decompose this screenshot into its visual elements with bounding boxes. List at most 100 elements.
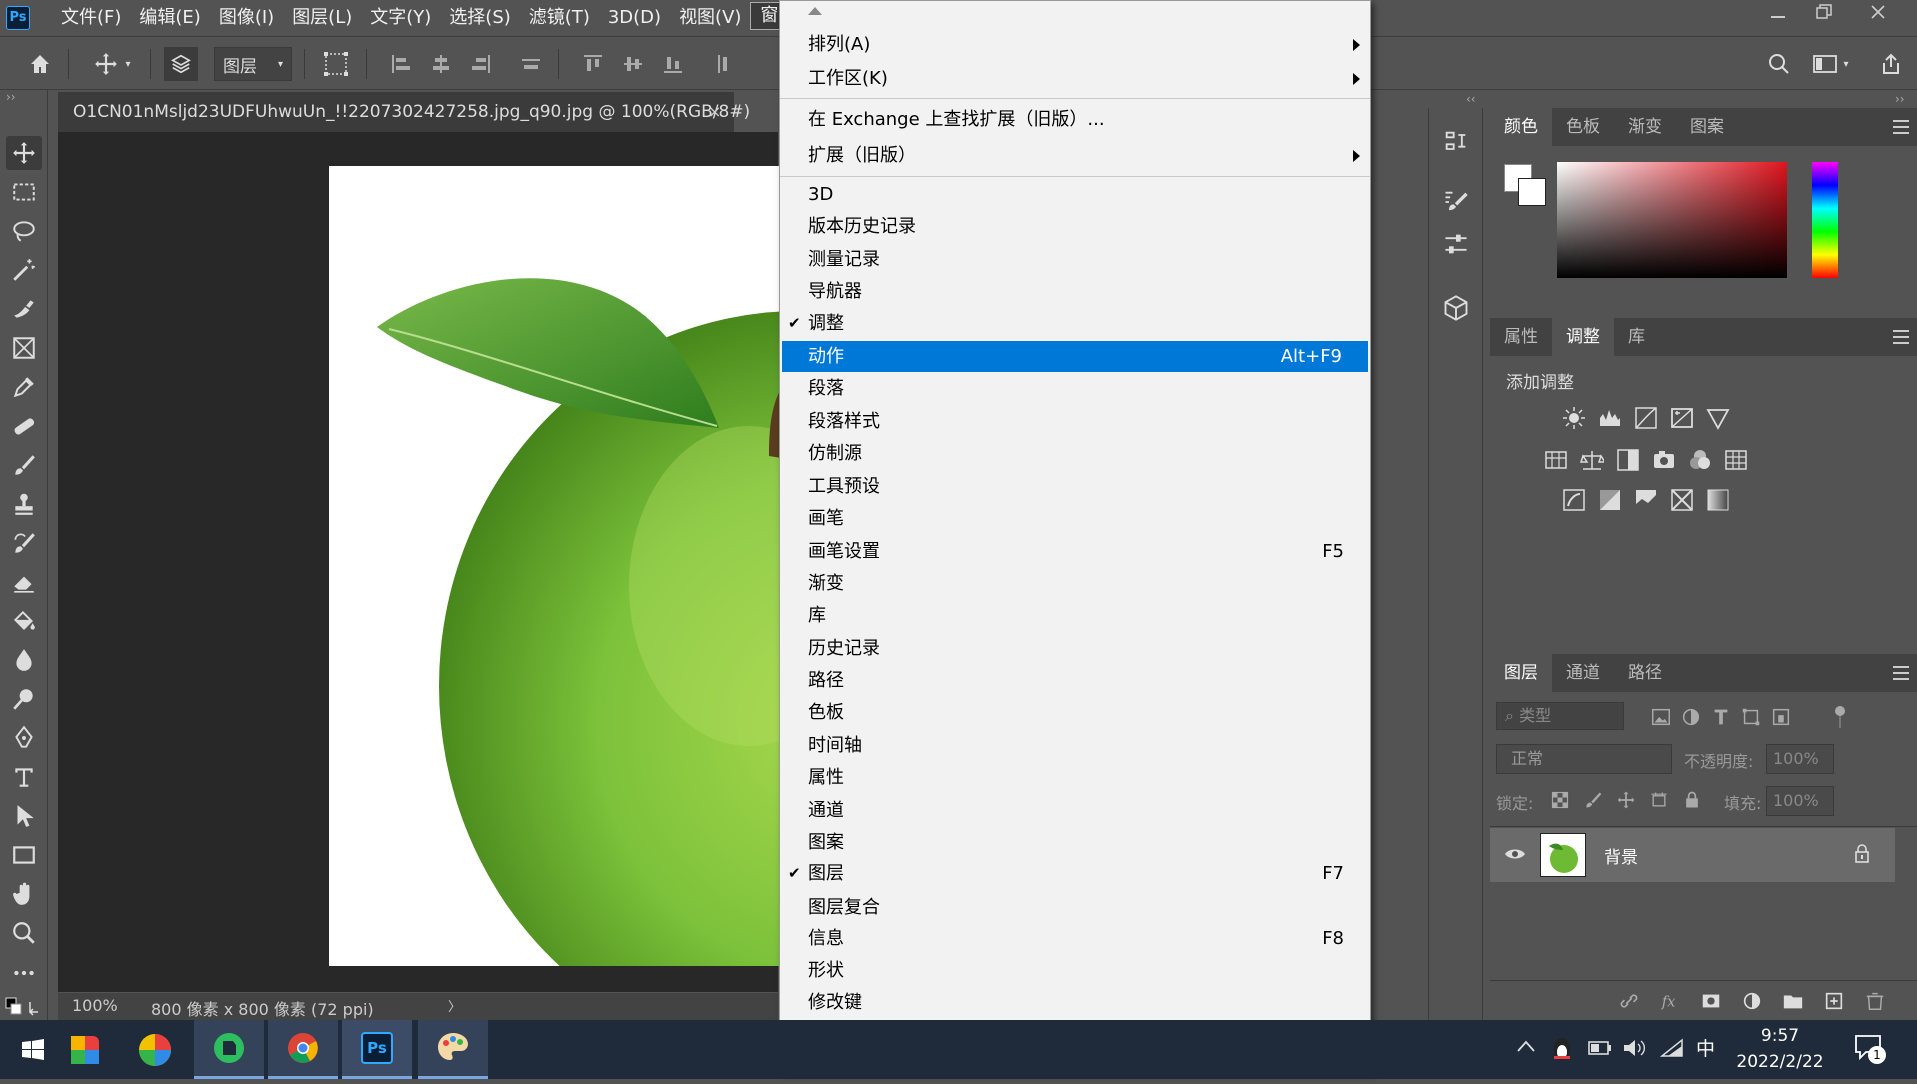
window-menu-item[interactable]: 导航器	[780, 276, 1370, 307]
auto-select-target-dropdown[interactable]: 图层 ▾	[214, 47, 292, 81]
taskbar-photoshop[interactable]: Ps	[342, 1020, 412, 1079]
delete-layer-icon[interactable]	[1864, 990, 1886, 1016]
panel-tab[interactable]: 库	[1614, 318, 1659, 356]
eye-icon[interactable]	[1504, 846, 1526, 862]
posterize-icon[interactable]	[1598, 488, 1622, 512]
minimize-button[interactable]	[1754, 0, 1802, 30]
menu-item-4[interactable]: 文字(Y)	[361, 0, 440, 36]
menu-item-3[interactable]: 图层(L)	[283, 0, 361, 36]
pen-tool-brush[interactable]	[6, 292, 42, 326]
filter-shape-icon[interactable]	[1740, 706, 1762, 732]
channel-mixer-icon[interactable]	[1688, 448, 1712, 472]
window-menu-item[interactable]: 工作区(K)	[780, 63, 1370, 94]
window-menu-item[interactable]: 通道	[780, 795, 1370, 826]
menu-item-7[interactable]: 3D(D)	[599, 0, 670, 36]
blend-mode-dropdown[interactable]: 正常	[1496, 744, 1672, 774]
history-brush-tool[interactable]	[6, 526, 42, 560]
dodge-tool[interactable]	[6, 682, 42, 716]
path-selection-tool[interactable]	[6, 799, 42, 833]
align-center-button[interactable]	[426, 47, 456, 81]
hue-saturation-icon[interactable]	[1544, 448, 1568, 472]
paint-bucket-tool[interactable]	[6, 604, 42, 638]
blur-tool[interactable]	[6, 643, 42, 677]
filter-toggle-icon[interactable]	[1834, 704, 1846, 734]
marquee-tool[interactable]	[6, 175, 42, 209]
clock-time[interactable]: 9:57	[1735, 1026, 1825, 1046]
filter-adjustment-icon[interactable]	[1680, 706, 1702, 732]
taskbar-paint[interactable]	[418, 1020, 488, 1079]
window-menu-item[interactable]: 动作 Alt+F9	[782, 341, 1368, 372]
panel-tab[interactable]: 属性	[1490, 318, 1552, 356]
menu-item-0[interactable]: 文件(F)	[52, 0, 130, 36]
window-menu-item[interactable]: 工具预设	[780, 471, 1370, 502]
collapse-left-icon[interactable]: ‹‹	[1466, 92, 1476, 106]
window-menu-item[interactable]: 属性	[780, 762, 1370, 793]
brushes-panel-button[interactable]	[1442, 188, 1470, 220]
close-window-button[interactable]	[1854, 0, 1902, 30]
search-button[interactable]	[1762, 47, 1796, 81]
healing-brush-tool[interactable]	[6, 409, 42, 443]
add-mask-icon[interactable]	[1700, 990, 1722, 1016]
window-menu-item[interactable]: 图案	[780, 827, 1370, 858]
vibrance-icon[interactable]	[1706, 406, 1730, 430]
filter-smart-object-icon[interactable]	[1770, 706, 1792, 732]
brightness-icon[interactable]	[1562, 406, 1586, 430]
distribute-button[interactable]	[516, 47, 546, 81]
invert-icon[interactable]	[1562, 488, 1586, 512]
window-menu-item[interactable]: 测量记录	[780, 244, 1370, 275]
window-menu-item[interactable]: 路径	[780, 665, 1370, 696]
brush-tool[interactable]	[6, 448, 42, 482]
history-panel-button[interactable]	[1442, 128, 1470, 160]
qq-tray-icon[interactable]	[1551, 1036, 1573, 1066]
black-white-icon[interactable]	[1616, 448, 1640, 472]
window-menu-item[interactable]: 形状	[780, 955, 1370, 986]
close-tab-button[interactable]: ×	[708, 92, 721, 132]
eraser-tool[interactable]	[6, 565, 42, 599]
taskbar-app-1[interactable]	[50, 1020, 120, 1079]
window-menu-item[interactable]: 时间轴	[780, 730, 1370, 761]
show-hidden-icons-button[interactable]	[1516, 1038, 1536, 1057]
color-saturation-field[interactable]	[1557, 162, 1787, 278]
window-menu-item[interactable]: 信息 F8	[780, 923, 1370, 954]
panel-menu-icon[interactable]	[1893, 330, 1909, 344]
exposure-icon[interactable]	[1670, 406, 1694, 430]
window-menu-item[interactable]: 版本历史记录	[780, 211, 1370, 242]
window-menu-item[interactable]: 历史记录	[780, 633, 1370, 664]
eyedropper-tool[interactable]	[6, 370, 42, 404]
panel-menu-icon[interactable]	[1893, 666, 1909, 680]
transform-controls-toggle[interactable]	[318, 47, 354, 81]
color-swatches-mini[interactable]	[4, 996, 44, 1018]
more-tools-button[interactable]	[6, 956, 42, 990]
link-layers-icon[interactable]	[1618, 990, 1640, 1016]
filter-pixel-icon[interactable]	[1650, 706, 1672, 732]
align-bottom-button[interactable]	[658, 47, 688, 81]
type-tool[interactable]	[6, 760, 42, 794]
align-middle-button[interactable]	[618, 47, 648, 81]
clone-stamp-tool[interactable]	[6, 487, 42, 521]
panel-tab[interactable]: 图层	[1490, 654, 1552, 692]
panel-menu-icon[interactable]	[1893, 120, 1909, 134]
align-right-button[interactable]	[466, 47, 496, 81]
home-button[interactable]	[20, 47, 60, 81]
fill-field[interactable]: 100%	[1766, 786, 1834, 816]
menu-item-5[interactable]: 选择(S)	[440, 0, 519, 36]
window-menu-item[interactable]: ✔ 图层 F7	[780, 858, 1370, 889]
lock-artboard-icon[interactable]	[1649, 790, 1669, 814]
window-menu-item[interactable]: 3D	[780, 179, 1370, 210]
pen-tool[interactable]	[6, 721, 42, 755]
layer-style-fx-icon[interactable]: fx	[1659, 990, 1681, 1016]
lock-all-icon[interactable]	[1682, 790, 1702, 814]
adjust-presets-button[interactable]	[1442, 230, 1470, 262]
window-menu-item[interactable]: 仿制源	[780, 438, 1370, 469]
document-tab[interactable]: O1CN01nMsljd23UDFUhwuUn_!!2207302427258.…	[58, 92, 750, 132]
taskbar-app-2[interactable]	[120, 1020, 190, 1079]
3d-panel-button[interactable]	[1442, 294, 1470, 326]
selective-color-icon[interactable]	[1670, 488, 1694, 512]
background-color-swatch[interactable]	[1518, 178, 1546, 206]
window-menu-item[interactable]: 渐变	[780, 568, 1370, 599]
magic-wand-tool[interactable]	[6, 253, 42, 287]
new-layer-icon[interactable]	[1823, 990, 1845, 1016]
volume-tray-icon[interactable]	[1622, 1038, 1646, 1062]
lock-position-icon[interactable]	[1616, 790, 1636, 814]
panel-tab[interactable]: 颜色	[1490, 108, 1552, 146]
